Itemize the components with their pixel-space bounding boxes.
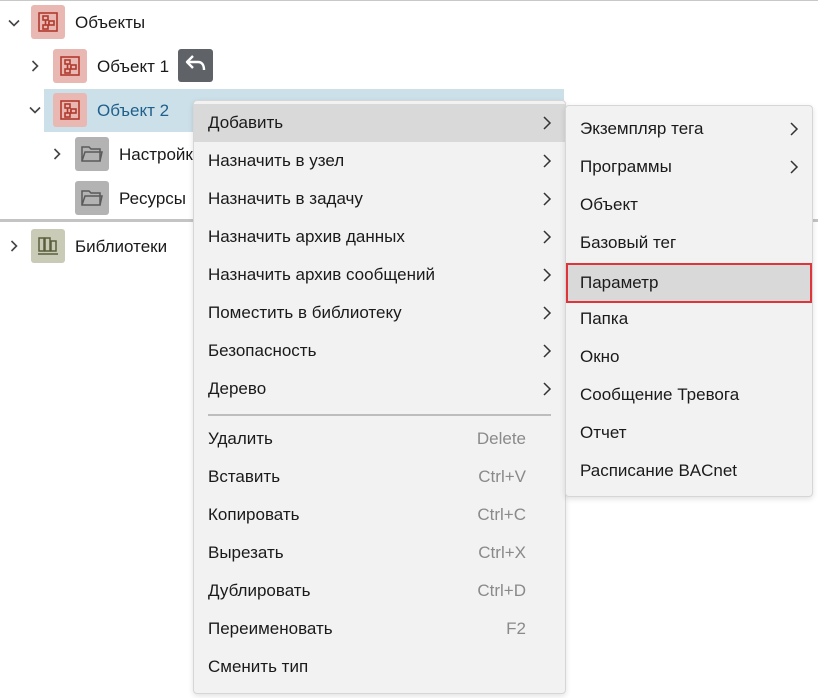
menu-item-label: Базовый тег [580, 233, 677, 252]
menu-item-label: Окно [580, 347, 620, 366]
object-schema-icon [53, 49, 87, 83]
top-border [0, 0, 818, 1]
menu-separator [208, 414, 551, 416]
menu-item-shortcut: Delete [476, 429, 526, 448]
chevron-right-icon[interactable] [28, 59, 42, 73]
chevron-down-icon[interactable] [28, 103, 42, 117]
menu-item-label: Назначить в узел [208, 151, 345, 170]
menu-item-label: Экземпляр тега [580, 119, 704, 138]
menu-item-label: Назначить в задачу [208, 189, 363, 208]
menu-item-label: Переименовать [208, 619, 333, 638]
submenu-item-bacnet-schedule[interactable]: Расписание BACnet [566, 452, 812, 490]
menu-item-label: Сообщение Тревога [580, 385, 740, 404]
tree-node-object-1[interactable]: Объект 1 [97, 57, 169, 77]
menu-item-paste[interactable]: Вставить Ctrl+V [194, 458, 565, 496]
tree-node-objects[interactable]: Объекты [75, 13, 145, 33]
tree-node-settings[interactable]: Настройки [119, 145, 202, 165]
menu-item-label: Программы [580, 157, 672, 176]
menu-item-label: Дублировать [208, 581, 311, 600]
menu-item-copy[interactable]: Копировать Ctrl+C [194, 496, 565, 534]
menu-item-label: Дерево [208, 379, 267, 398]
chevron-right-icon [788, 159, 800, 180]
submenu-item-window[interactable]: Окно [566, 338, 812, 376]
menu-item-shortcut: Ctrl+D [477, 581, 526, 600]
folder-icon [75, 181, 109, 215]
menu-item-rename[interactable]: Переименовать F2 [194, 610, 565, 648]
menu-item-shortcut: Ctrl+X [478, 543, 526, 562]
submenu-item-object[interactable]: Объект [566, 186, 812, 224]
menu-item-label: Добавить [208, 113, 284, 132]
submenu-item-report[interactable]: Отчет [566, 414, 812, 452]
menu-item-duplicate[interactable]: Дублировать Ctrl+D [194, 572, 565, 610]
menu-item-shortcut: Ctrl+V [478, 467, 526, 486]
chevron-right-icon [788, 121, 800, 142]
submenu-item-tag-instance[interactable]: Экземпляр тега [566, 110, 812, 148]
undo-button[interactable] [178, 49, 213, 82]
menu-item-label: Копировать [208, 505, 300, 524]
menu-item-change-type[interactable]: Сменить тип [194, 648, 565, 686]
folder-icon [75, 137, 109, 171]
menu-item-label: Назначить архив сообщений [208, 265, 435, 284]
chevron-right-icon[interactable] [7, 239, 21, 253]
menu-item-shortcut: F2 [506, 619, 526, 638]
object-schema-icon [31, 5, 65, 39]
menu-item-add[interactable]: Добавить [194, 104, 565, 142]
chevron-right-icon [541, 229, 553, 250]
menu-item-label: Папка [580, 309, 629, 328]
undo-icon [184, 53, 208, 78]
chevron-right-icon [541, 343, 553, 364]
chevron-right-icon [541, 267, 553, 288]
submenu-item-folder[interactable]: Папка [566, 300, 812, 338]
library-icon [31, 229, 65, 263]
menu-item-cut[interactable]: Вырезать Ctrl+X [194, 534, 565, 572]
object-schema-icon [53, 93, 87, 127]
chevron-right-icon[interactable] [50, 147, 64, 161]
menu-item-label: Поместить в библиотеку [208, 303, 402, 322]
menu-item-assign-message-archive[interactable]: Назначить архив сообщений [194, 256, 565, 294]
chevron-right-icon [541, 115, 553, 136]
menu-item-security[interactable]: Безопасность [194, 332, 565, 370]
menu-item-label: Объект [580, 195, 638, 214]
menu-item-label: Отчет [580, 423, 627, 442]
menu-item-assign-node[interactable]: Назначить в узел [194, 142, 565, 180]
menu-item-label: Расписание BACnet [580, 461, 738, 480]
submenu-item-base-tag[interactable]: Базовый тег [566, 224, 812, 262]
submenu-item-alarm-message[interactable]: Сообщение Тревога [566, 376, 812, 414]
menu-item-shortcut: Ctrl+C [477, 505, 526, 524]
menu-item-delete[interactable]: Удалить Delete [194, 420, 565, 458]
menu-item-tree[interactable]: Дерево [194, 370, 565, 408]
chevron-down-icon[interactable] [7, 16, 21, 30]
submenu-item-programs[interactable]: Программы [566, 148, 812, 186]
menu-item-place-in-library[interactable]: Поместить в библиотеку [194, 294, 565, 332]
tree-node-resources[interactable]: Ресурсы [119, 189, 186, 209]
add-submenu: Экземпляр тега Программы Объект Базовый … [565, 105, 813, 497]
menu-item-label: Параметр [580, 273, 659, 292]
menu-item-label: Вставить [208, 467, 281, 486]
menu-item-label: Вырезать [208, 543, 284, 562]
chevron-right-icon [541, 381, 553, 402]
menu-item-label: Удалить [208, 429, 273, 448]
menu-item-label: Безопасность [208, 341, 317, 360]
chevron-right-icon [541, 305, 553, 326]
tree-node-libraries[interactable]: Библиотеки [75, 237, 167, 257]
menu-item-label: Назначить архив данных [208, 227, 405, 246]
chevron-right-icon [541, 153, 553, 174]
menu-item-label: Сменить тип [208, 657, 309, 676]
tree-node-object-2[interactable]: Объект 2 [97, 101, 169, 121]
context-menu: Добавить Назначить в узел Назначить в за… [193, 100, 566, 694]
menu-item-assign-data-archive[interactable]: Назначить архив данных [194, 218, 565, 256]
chevron-right-icon [541, 191, 553, 212]
menu-item-assign-task[interactable]: Назначить в задачу [194, 180, 565, 218]
submenu-item-parameter[interactable]: Параметр [566, 264, 812, 302]
